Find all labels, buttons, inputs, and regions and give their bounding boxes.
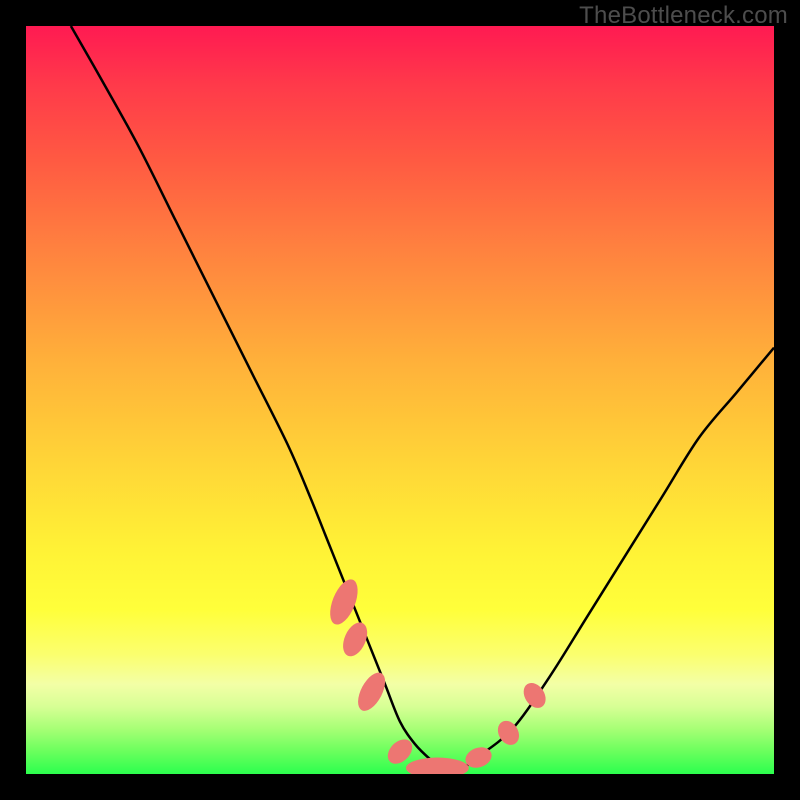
chart-svg <box>26 26 774 774</box>
curve-marker <box>325 576 364 629</box>
curve-marker <box>352 668 390 715</box>
watermark-text: TheBottleneck.com <box>579 2 788 30</box>
marker-group <box>325 576 551 774</box>
curve-marker <box>406 758 469 774</box>
bottleneck-curve <box>71 26 774 772</box>
chart-frame: TheBottleneck.com <box>0 0 800 800</box>
plot-area <box>26 26 774 774</box>
